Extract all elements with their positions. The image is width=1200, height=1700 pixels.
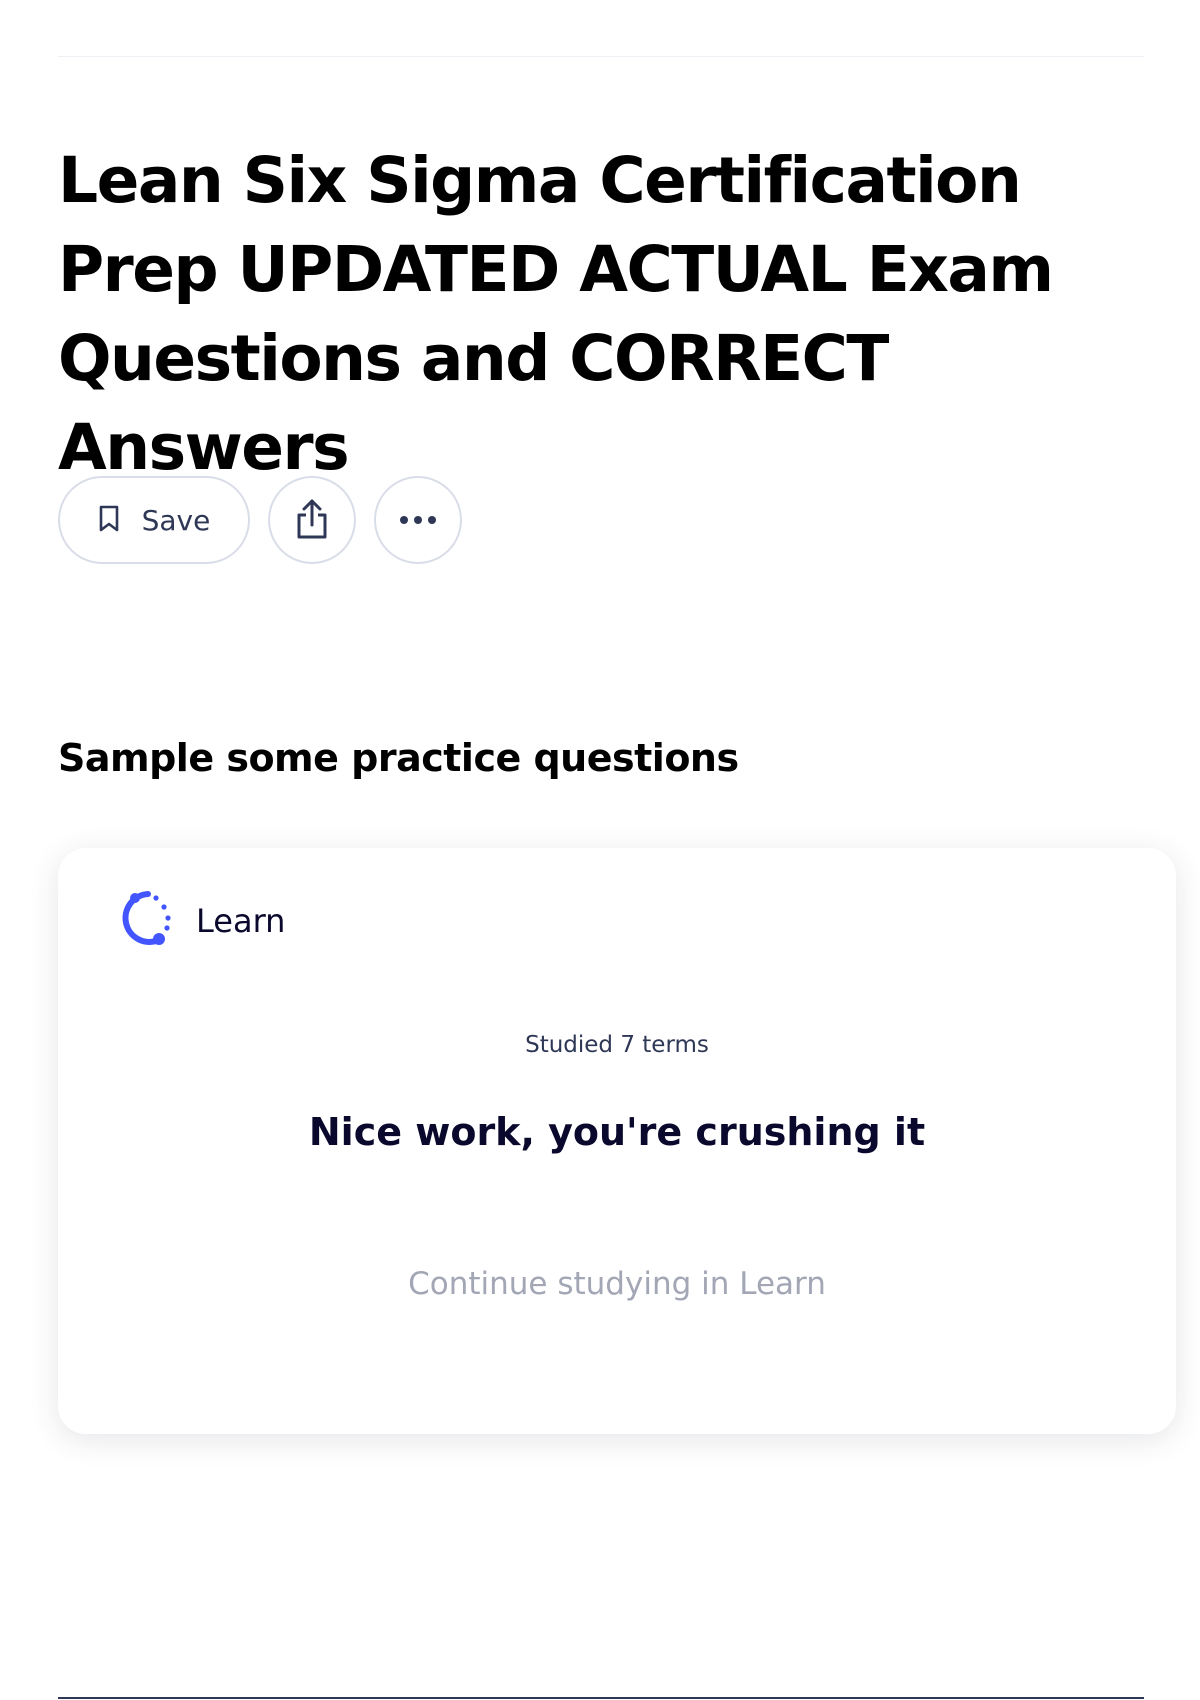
more-icon [398,513,438,528]
save-button-label: Save [141,503,211,537]
bottom-divider [58,1697,1144,1699]
page-title: Lean Six Sigma Certification Prep UPDATE… [58,144,1054,484]
section-heading: Sample some practice questions [58,736,739,780]
more-options-button[interactable] [374,476,462,564]
action-bar: Save [58,476,462,564]
share-icon [292,497,332,544]
studied-count: Studied 7 terms [525,1032,709,1058]
card-message: Nice work, you're crushing it [308,1110,926,1154]
save-button[interactable]: Save [58,476,250,564]
learn-icon [114,888,174,953]
learn-mode-label: Learn [196,901,286,940]
learn-card: Learn Studied 7 terms Nice work, you're … [58,848,1176,1434]
bookmark-icon [98,505,120,536]
top-divider [58,56,1144,57]
card-header: Learn [114,888,285,953]
continue-learn-link[interactable]: Continue studying in Learn [58,1266,1176,1302]
share-button[interactable] [268,476,356,564]
